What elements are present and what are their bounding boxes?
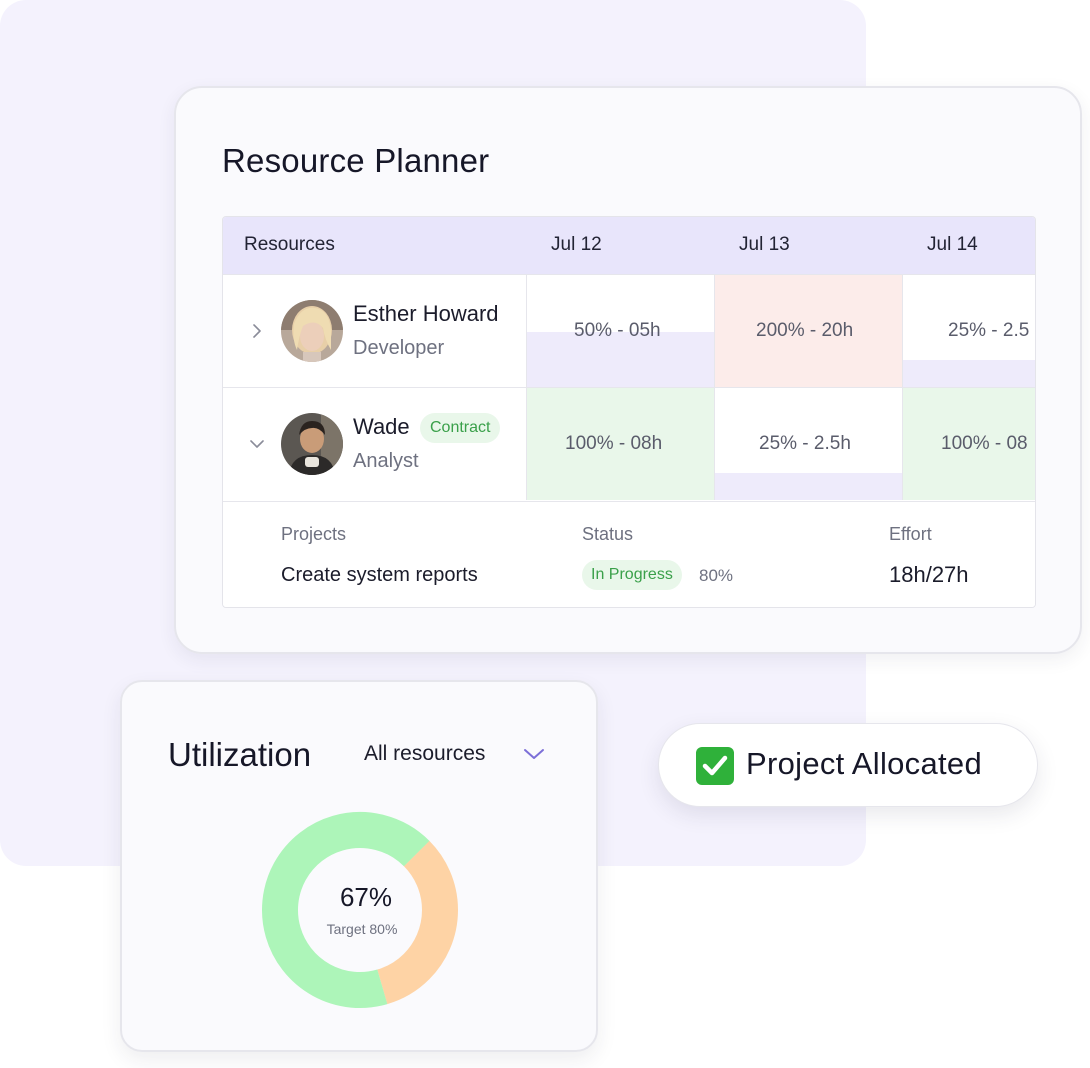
utilization-value: 67% <box>339 882 393 912</box>
effort-label: Effort <box>889 524 932 544</box>
project-allocated-toast: Project Allocated <box>658 723 1038 807</box>
resource-role: Analyst <box>353 450 419 472</box>
allocation-cell[interactable]: 100% - 08h <box>526 388 714 500</box>
projects-label: Projects <box>281 524 347 544</box>
allocation-text: 25% - 2.5h <box>759 433 851 454</box>
project-detail: Projects Status Effort Create system rep… <box>223 501 1035 607</box>
chevron-right-icon[interactable] <box>249 323 265 339</box>
resource-filter-select[interactable]: All resources <box>364 742 485 766</box>
avatar-wade <box>281 413 343 475</box>
resource-planner-card: Resource Planner Resources Jul 12 Jul 13… <box>174 86 1082 654</box>
allocation-text: 25% - 2.5 <box>948 320 1030 341</box>
status-percent: 80% <box>699 566 734 585</box>
status-badge: In Progress <box>582 560 682 590</box>
avatar-esther-howard <box>281 300 343 362</box>
allocation-text: 50% - 05h <box>574 320 661 341</box>
utilization-target: Target 80% <box>326 921 398 937</box>
table-row: Wade Contract Analyst 100% - 08h 25% - 2… <box>223 387 1035 500</box>
resource-name: Esther Howard <box>353 301 499 326</box>
utilization-title: Utilization <box>168 736 312 773</box>
allocation-cell[interactable]: 25% - 2.5 <box>902 275 1035 387</box>
header-date-jul-14: Jul 14 <box>927 234 978 255</box>
header-date-jul-12: Jul 12 <box>551 234 602 255</box>
allocation-cell[interactable]: 50% - 05h <box>526 275 714 387</box>
check-mark-icon <box>696 747 734 785</box>
chevron-down-icon[interactable] <box>249 436 265 452</box>
allocation-text: 100% - 08 <box>941 433 1028 454</box>
effort-value: 18h/27h <box>889 562 969 587</box>
table-row: Esther Howard Developer 50% - 05h 200% -… <box>223 274 1035 387</box>
header-date-jul-13: Jul 13 <box>739 234 790 255</box>
chevron-down-icon[interactable] <box>522 746 546 762</box>
allocation-cell[interactable]: 100% - 08 <box>902 388 1035 500</box>
toast-message: Project Allocated <box>746 746 983 781</box>
resource-name: Wade <box>353 414 410 439</box>
allocation-cell[interactable]: 200% - 20h <box>714 275 902 387</box>
utilization-card: Utilization All resources 67% Target 80% <box>120 680 598 1052</box>
project-name[interactable]: Create system reports <box>281 564 478 587</box>
table-header: Resources Jul 12 Jul 13 Jul 14 <box>223 217 1035 274</box>
resource-role: Developer <box>353 337 445 359</box>
header-resources: Resources <box>244 234 335 255</box>
planner-title: Resource Planner <box>222 142 490 179</box>
resource-table: Resources Jul 12 Jul 13 Jul 14 Esther Ho… <box>222 216 1036 608</box>
status-label: Status <box>582 524 634 544</box>
contract-tag: Contract <box>420 413 501 443</box>
allocation-text: 200% - 20h <box>756 320 854 341</box>
allocation-text: 100% - 08h <box>565 433 663 454</box>
allocation-cell[interactable]: 25% - 2.5h <box>714 388 902 500</box>
